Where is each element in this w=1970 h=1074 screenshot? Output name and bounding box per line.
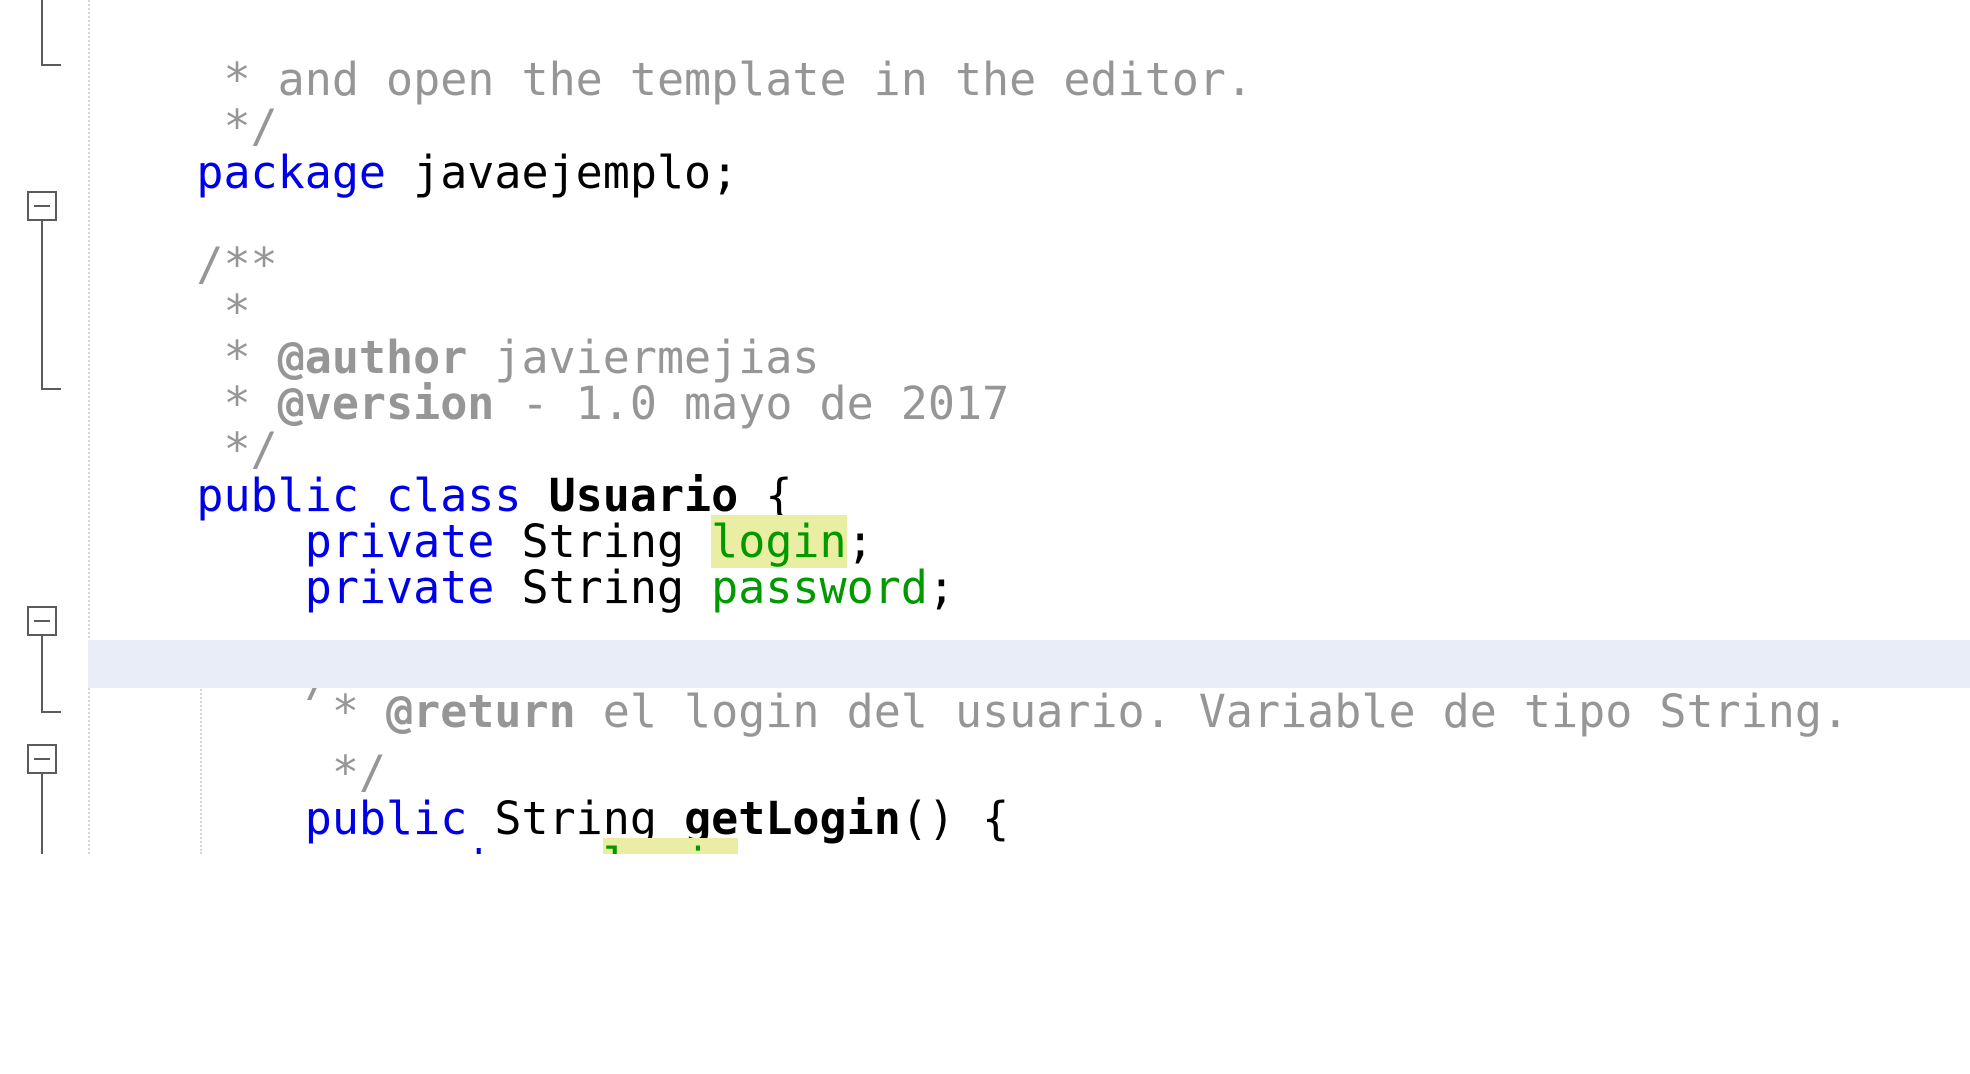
fold-end-marker: [41, 388, 61, 390]
code-line[interactable]: private String password;: [88, 502, 1970, 614]
fold-guide-line: [41, 774, 43, 854]
fold-guide-line: [41, 636, 43, 712]
code-editor[interactable]: * and open the template in the editor. *…: [0, 0, 1970, 1074]
collapse-icon[interactable]: [27, 744, 57, 774]
collapse-icon[interactable]: [27, 606, 57, 636]
editor-blank-area: [0, 854, 1970, 1074]
fold-guide-line: [41, 0, 43, 64]
fold-end-marker: [41, 64, 61, 66]
code-line[interactable]: package javaejemplo;: [88, 87, 1970, 199]
current-code-line[interactable]: * @return el login del usuario. Variable…: [88, 640, 1970, 736]
fold-guide-line: [41, 221, 43, 389]
collapse-icon[interactable]: [27, 191, 57, 221]
fold-end-marker: [41, 711, 61, 713]
